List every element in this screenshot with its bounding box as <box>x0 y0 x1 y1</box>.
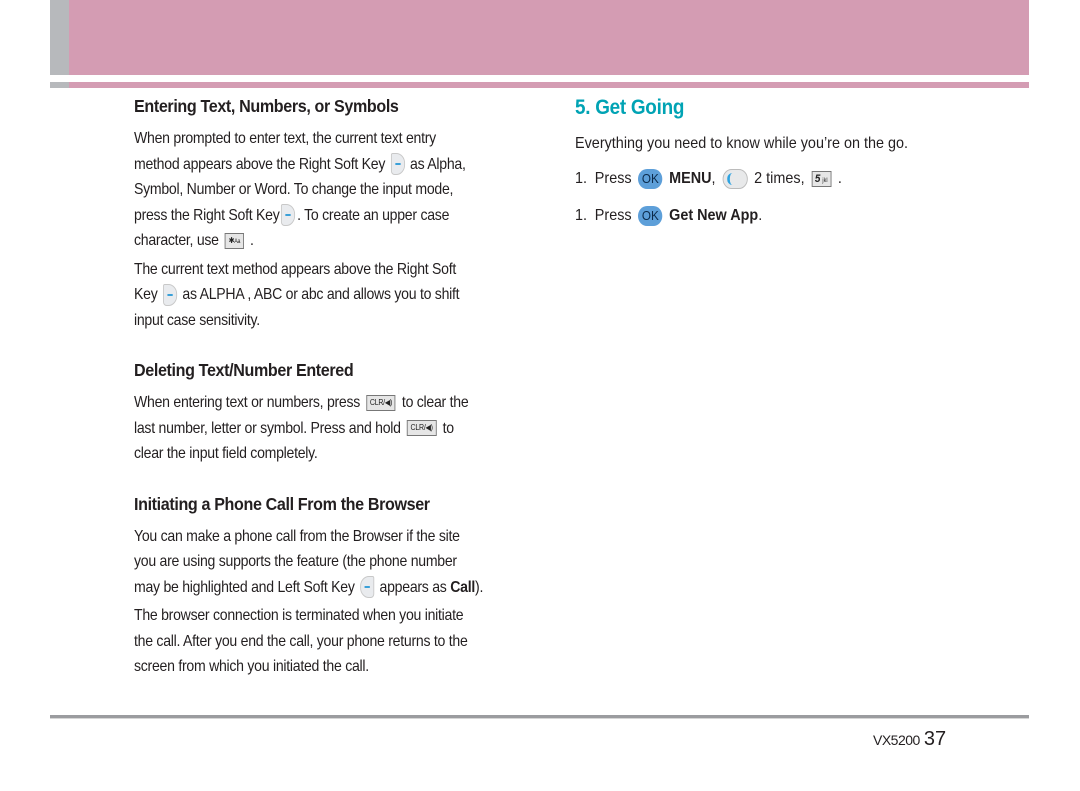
footer-rule-shadow <box>50 718 1029 719</box>
intro-text: Everything you need to know while you’re… <box>575 135 909 152</box>
text-line: as ALPHA , ABC or abc and allows you to … <box>182 286 460 303</box>
section-heading-entering-text: Entering Text, Numbers, or Symbols <box>134 96 399 116</box>
step-2: 1. Press OK Get New App. <box>575 206 953 226</box>
text-line: method appears above the Right Soft Key <box>134 155 386 173</box>
section-heading-deleting-text: Deleting Text/Number Entered <box>134 360 354 380</box>
text-line: press the Right Soft Key <box>134 206 280 224</box>
ok-key-icon: OK <box>638 206 663 226</box>
text-line: The browser connection is terminated whe… <box>134 607 464 624</box>
right-column: 5. Get Going Everything you need to know… <box>575 96 995 226</box>
right-soft-key-icon <box>162 283 177 306</box>
model-name: VX5200 <box>873 732 920 748</box>
text-line: the call. After you end the call, your p… <box>134 632 468 650</box>
text-line: . To create an upper case <box>297 206 450 224</box>
step-text: 2 times, <box>754 170 805 188</box>
paragraph-deleting-text: When entering text or numbers, press CLR… <box>134 390 530 467</box>
nav-left-key-icon <box>722 169 748 189</box>
text-line: ). <box>475 578 484 596</box>
step-text: Press <box>594 170 632 188</box>
text-line: Symbol, Number or Word. To change the in… <box>134 181 454 198</box>
text-line: When entering text or numbers, press <box>134 394 361 411</box>
paragraph-entering-text-2: The current text method appears above th… <box>134 257 530 334</box>
section-heading-phone-call-browser: Initiating a Phone Call From the Browser <box>134 493 430 514</box>
get-new-app-label: Get New App <box>669 207 759 225</box>
paragraph-phone-call-2: The browser connection is terminated whe… <box>134 603 530 680</box>
call-label: Call <box>450 578 476 596</box>
text-line: clear the input field completely. <box>134 445 318 462</box>
text-line: You can make a phone call from the Brows… <box>134 527 460 545</box>
page-number: 37 <box>923 728 947 750</box>
text-line: appears as <box>379 578 447 596</box>
text-line: input case sensitivity. <box>134 311 260 329</box>
step-text: Press <box>594 207 632 225</box>
right-soft-key-icon <box>390 153 405 176</box>
star-shift-key-icon: ✱Aa <box>225 232 244 249</box>
text-line: Key <box>134 286 158 303</box>
text-line: to clear the <box>401 394 469 411</box>
star-key-sub: Aa <box>234 238 241 245</box>
step-text: . <box>758 207 763 225</box>
paragraph-phone-call-1: You can make a phone call from the Brows… <box>134 524 530 601</box>
step-1: 1. Press OK MENU, 2 times, 5 jkl . <box>575 169 953 189</box>
header-tab <box>50 0 69 75</box>
ok-key-icon: OK <box>638 169 663 189</box>
text-line: you are using supports the feature (the … <box>134 553 457 570</box>
left-column: Entering Text, Numbers, or Symbols When … <box>134 96 529 680</box>
text-line: . <box>249 232 254 249</box>
text-line: screen from which you initiated the call… <box>134 658 369 675</box>
step-number: 1. <box>575 207 588 225</box>
key-5-digit: 5 <box>814 173 821 185</box>
clear-key-icon: CLR/◀) <box>366 394 396 411</box>
key-5-letters: jkl <box>822 178 828 184</box>
text-line: character, use <box>134 232 219 249</box>
clear-key-icon: CLR/◀) <box>407 420 437 437</box>
text-line: as Alpha, <box>410 155 466 173</box>
header-strip-tab <box>50 82 69 88</box>
key-5-icon: 5 jkl <box>811 171 832 187</box>
header-strip <box>69 82 1029 88</box>
text-line: may be highlighted and Left Soft Key <box>134 578 355 596</box>
paragraph-entering-text-1: When prompted to enter text, the current… <box>134 126 530 254</box>
footer: VX5200 37 <box>873 728 946 751</box>
menu-label: MENU <box>669 170 712 188</box>
text-line: When prompted to enter text, the current… <box>134 130 436 147</box>
text-line: to <box>442 419 454 437</box>
left-soft-key-icon <box>360 576 375 599</box>
step-text: . <box>837 170 842 188</box>
text-line: last number, letter or symbol. Press and… <box>134 419 401 437</box>
step-text: , <box>711 170 716 188</box>
right-soft-key-icon <box>281 204 296 227</box>
header-band <box>69 0 1029 75</box>
step-number: 1. <box>575 170 588 188</box>
chapter-title: 5. Get Going <box>575 96 685 119</box>
text-line: The current text method appears above th… <box>134 260 457 278</box>
